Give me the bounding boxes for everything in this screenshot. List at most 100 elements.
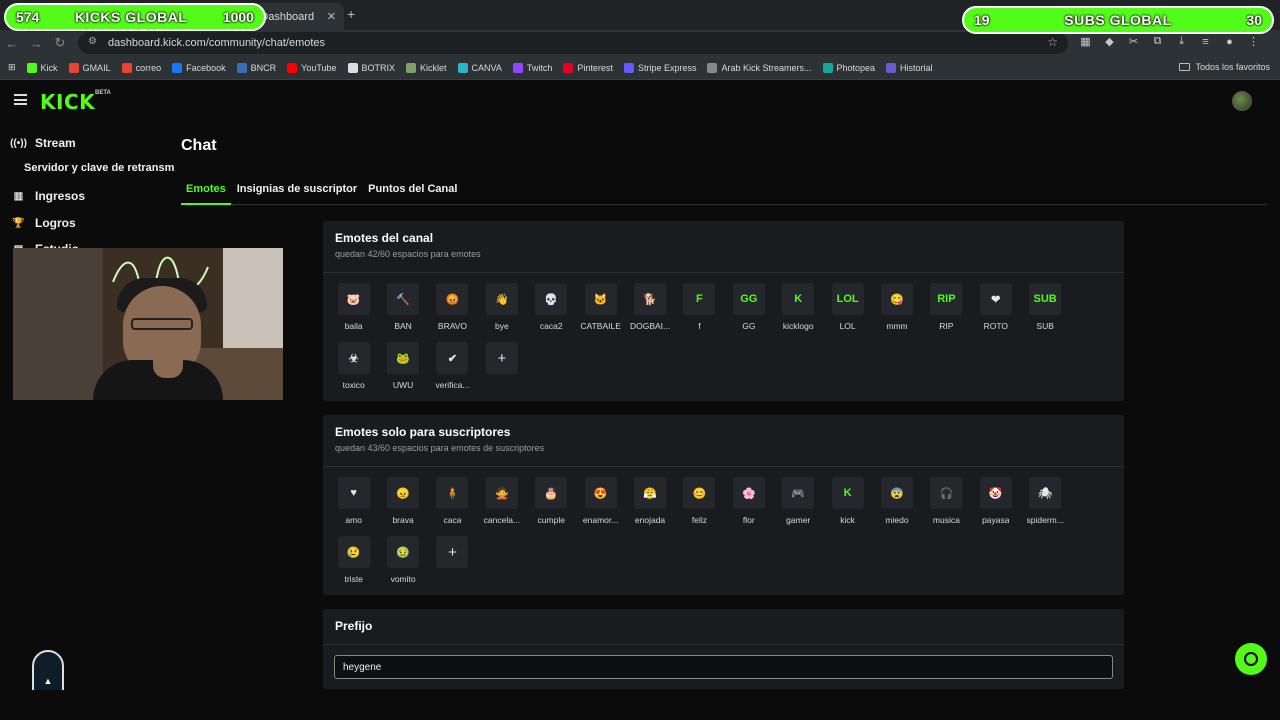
extension-icon[interactable]: ▦ [1078,34,1093,49]
emote-item[interactable]: 😊 feliz [675,477,724,536]
extension-icon[interactable]: ✂ [1126,34,1141,49]
bookmark-item[interactable]: Arab Kick Streamers... [707,62,812,73]
bookmark-item[interactable]: Twitch [512,62,552,73]
emote-item[interactable]: 😡 BRAVO [428,283,477,342]
bookmark-favicon-icon [68,62,79,73]
emote-name: f [698,321,701,331]
emote-item[interactable]: 🎮 gamer [774,477,823,536]
back-icon[interactable]: ← [0,36,24,51]
bookmark-favicon-icon [406,62,417,73]
emote-item[interactable]: ✔ verifica... [428,342,477,401]
emote-item[interactable]: 😨 miedo [872,477,921,536]
chart-icon: ▥ [13,190,24,202]
puzzle-icon[interactable]: ⧉ [1150,34,1165,49]
emote-item[interactable]: Ff [675,283,724,342]
tab-puntos[interactable]: Puntos del Canal [363,180,462,205]
emote-item[interactable]: 🤡 payasa [971,477,1020,536]
reading-list-icon[interactable]: ≡ [1198,34,1213,49]
emote-item[interactable]: 💀 caca2 [527,283,576,342]
emote-item[interactable]: 🐱 CATBAILE [576,283,625,342]
url-input[interactable]: ⚙ dashboard.kick.com/community/chat/emot… [78,32,1068,54]
bookmark-item[interactable]: Photopea [822,62,875,73]
sidebar-item-stream-key[interactable]: Servidor y clave de retransm [24,162,174,174]
emote-item[interactable]: 🎂 cumple [527,477,576,536]
emote-item[interactable]: 😢 triste [329,536,378,595]
bookmark-item[interactable]: BOTRIX [347,62,395,73]
emote-item[interactable]: 🐸 UWU [378,342,427,401]
bookmark-label: CANVA [471,62,502,73]
site-info-icon[interactable]: ⚙ [88,36,102,50]
bookmark-item[interactable]: CANVA [457,62,502,73]
profile-icon[interactable]: ● [1222,34,1237,49]
emote-item[interactable]: 😠 brava [378,477,427,536]
bookmark-item[interactable]: Facebook [172,62,226,73]
reload-icon[interactable]: ↻ [48,35,72,51]
tab-emotes[interactable]: Emotes [181,180,231,205]
bookmark-item[interactable]: Kicklet [406,62,447,73]
bookmark-item[interactable]: Historial [886,62,933,73]
emote-item[interactable]: LOL LOL [823,283,872,342]
new-tab-icon[interactable]: + [347,6,355,22]
emote-item[interactable]: GG GG [724,283,773,342]
emote-item[interactable]: 🧍 caca [428,477,477,536]
emote-name: kick [840,515,855,525]
forward-icon[interactable]: → [24,36,48,51]
emote-item[interactable]: ☣ toxico [329,342,378,401]
emote-name: miedo [885,515,909,525]
kick-logo[interactable]: KICK [40,90,95,114]
emote-name: caca [443,515,462,525]
bookmark-item[interactable]: Kick [26,62,58,73]
emote-item[interactable]: 🐕 DOGBAI... [625,283,674,342]
emote-image: 😡 [436,283,469,315]
bookmark-favicon-icon [886,62,897,73]
add-emote-button[interactable]: + [428,536,477,595]
emote-item[interactable]: 😋 mmm [872,283,921,342]
bookmark-item[interactable]: Pinterest [563,62,613,73]
emote-item[interactable]: 🌸 flor [724,477,773,536]
sidebar-item-ingresos[interactable]: ▥ Ingresos [12,189,85,203]
all-bookmarks-folder[interactable]: Todos los favoritos [1179,62,1270,72]
sidebar-item-logros[interactable]: 🏆 Logros [12,216,75,230]
emote-item[interactable]: 🎧 musica [922,477,971,536]
kicks-label: KICKS GLOBAL [74,9,188,25]
support-chat-button[interactable] [1235,643,1267,675]
close-icon[interactable]: ✕ [327,10,336,23]
emote-name: UWU [392,380,414,390]
tab-insignias[interactable]: Insignias de suscriptor [232,180,362,205]
emote-item[interactable]: RIP RIP [922,283,971,342]
avatar[interactable] [1232,91,1252,111]
emote-item[interactable]: 🙅 cancela... [477,477,526,536]
menu-icon[interactable]: ⋮ [1246,34,1261,49]
bookmark-item[interactable]: Stripe Express [623,62,696,73]
bookmark-favicon-icon [707,62,718,73]
bookmark-label: YouTube [301,62,337,73]
download-icon[interactable]: ⤓ [1174,34,1189,49]
broadcast-icon: ((•)) [10,137,27,149]
emote-item[interactable]: ❤ ROTO [971,283,1020,342]
emote-item[interactable]: SUB SUB [1020,283,1069,342]
emote-item[interactable]: 🕷 spiderm... [1020,477,1069,536]
emote-item[interactable]: 🔨 BAN [378,283,427,342]
bookmark-star-icon[interactable]: ☆ [1047,35,1058,49]
prefix-input[interactable]: heygene [334,655,1113,679]
emote-grid: 🐷 baila 🔨 BAN 😡 BRAVO 👋 bye 💀 caca2 🐱 CATBAILE 🐕 DOGB… [329,283,1119,401]
add-emote-button[interactable]: + [477,342,526,401]
emote-item[interactable]: 🐷 baila [329,283,378,342]
apps-grid-icon[interactable]: ⊞ [8,62,16,73]
bookmark-item[interactable]: BNCR [236,62,276,73]
emote-item[interactable]: Kkick [823,477,872,536]
bookmark-item[interactable]: correo [121,62,161,73]
emote-item[interactable]: 🤢 vomito [378,536,427,595]
emote-item[interactable]: 😤 enojada [625,477,674,536]
sidebar-item-stream[interactable]: ((•)) Stream [10,136,76,150]
bookmark-item[interactable]: GMAIL [68,62,111,73]
bookmark-item[interactable]: YouTube [287,62,337,73]
emote-item[interactable]: Kkicklogo [774,283,823,342]
hamburger-menu-icon[interactable] [14,94,27,105]
emote-item[interactable]: 😍 enamor... [576,477,625,536]
extension-icon[interactable]: ◆ [1102,34,1117,49]
emote-item[interactable]: ♥ amo [329,477,378,536]
sub-emotes-card: Emotes solo para suscriptores quedan 43/… [323,415,1124,595]
emote-item[interactable]: 👋 bye [477,283,526,342]
emote-name: toxico [342,380,365,390]
